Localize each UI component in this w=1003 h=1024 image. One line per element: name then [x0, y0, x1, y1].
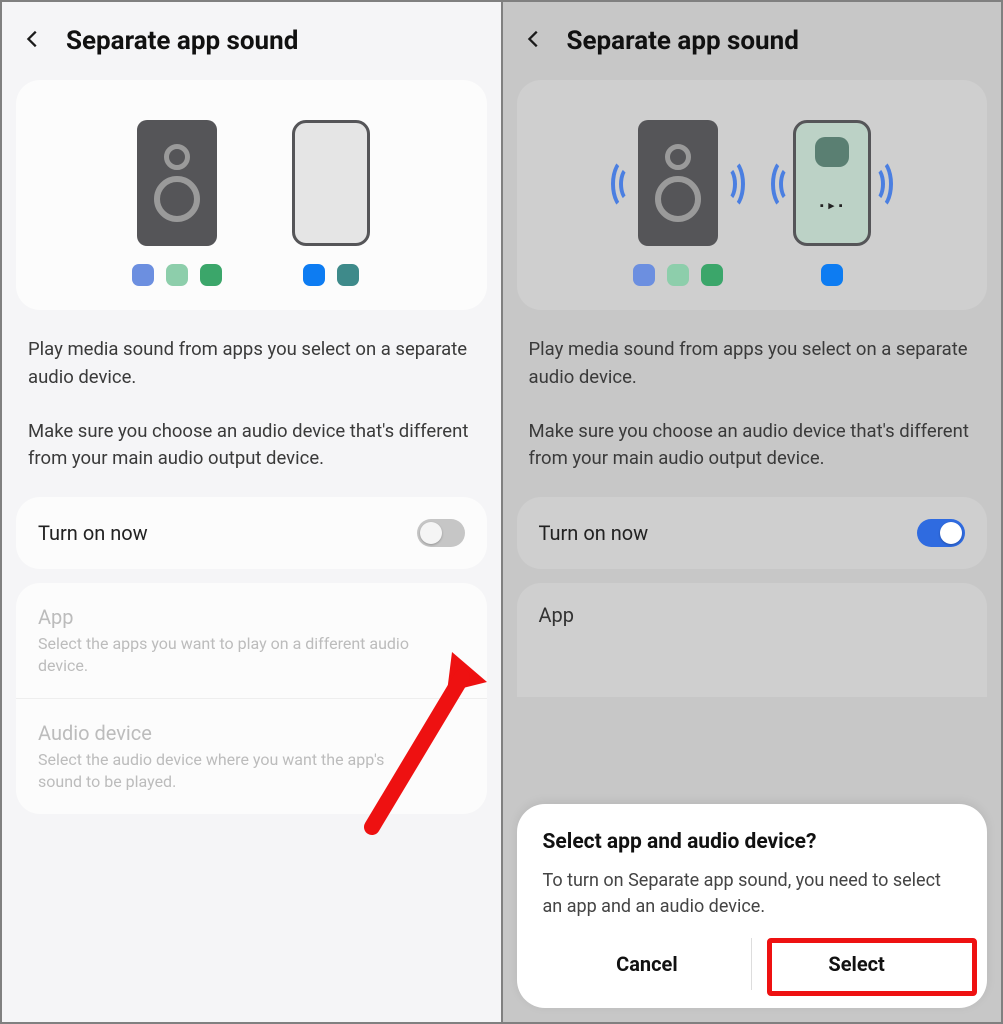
header: Separate app sound: [503, 2, 1002, 66]
back-icon[interactable]: [22, 28, 44, 54]
audio-device-subtitle: Select the audio device where you want t…: [38, 749, 418, 792]
speaker-app-dots: [633, 264, 723, 286]
select-app-dialog: Select app and audio device? To turn on …: [517, 804, 988, 1008]
back-icon[interactable]: [523, 28, 545, 54]
screen-separate-app-sound-off: Separate app sound Play media sound from…: [2, 2, 501, 1022]
turn-on-toggle[interactable]: [917, 519, 965, 547]
dialog-buttons: Cancel Select: [543, 938, 962, 990]
illustration-speaker: [633, 120, 723, 286]
description-text: Play media sound from apps you select on…: [503, 310, 1002, 483]
speaker-icon: [638, 120, 718, 246]
page-title: Separate app sound: [66, 26, 298, 56]
illustration-phone: [292, 120, 370, 286]
app-row-subtitle: Select the apps you want to play on a di…: [38, 633, 418, 676]
description-paragraph: Make sure you choose an audio device tha…: [529, 418, 976, 474]
turn-on-card: Turn on now: [16, 497, 487, 569]
illustration-phone: ▪ ▸ ▪: [793, 120, 871, 286]
dialog-body: To turn on Separate app sound, you need …: [543, 868, 962, 920]
turn-on-toggle[interactable]: [417, 519, 465, 547]
illustration-speaker: [132, 120, 222, 286]
app-row-label: App: [38, 605, 418, 629]
speaker-app-dots: [132, 264, 222, 286]
dialog-title: Select app and audio device?: [543, 830, 962, 854]
app-row: App Select the apps you want to play on …: [16, 583, 487, 698]
description-text: Play media sound from apps you select on…: [2, 310, 501, 483]
audio-device-label: Audio device: [38, 721, 418, 745]
illustration-card: [16, 80, 487, 310]
app-row[interactable]: App: [517, 583, 988, 697]
description-paragraph: Make sure you choose an audio device tha…: [28, 418, 475, 474]
screen-separate-app-sound-dialog: Separate app sound ▪ ▸ ▪: [503, 2, 1002, 1022]
phone-app-dots: [303, 264, 359, 286]
app-row-label: App: [539, 603, 575, 627]
turn-on-card: Turn on now: [517, 497, 988, 569]
phone-icon: ▪ ▸ ▪: [793, 120, 871, 246]
select-button[interactable]: Select: [752, 938, 961, 990]
turn-on-row[interactable]: Turn on now: [16, 497, 487, 569]
options-card: App Select the apps you want to play on …: [16, 583, 487, 814]
header: Separate app sound: [2, 2, 501, 66]
turn-on-label: Turn on now: [539, 521, 649, 545]
phone-app-dots: [821, 264, 843, 286]
description-paragraph: Play media sound from apps you select on…: [28, 336, 475, 392]
speaker-icon: [137, 120, 217, 246]
phone-icon: [292, 120, 370, 246]
turn-on-row[interactable]: Turn on now: [517, 497, 988, 569]
page-title: Separate app sound: [567, 26, 799, 56]
illustration-card: ▪ ▸ ▪: [517, 80, 988, 310]
media-controls-icon: ▪ ▸ ▪: [820, 199, 844, 212]
cancel-button[interactable]: Cancel: [543, 938, 752, 990]
audio-device-row: Audio device Select the audio device whe…: [16, 698, 487, 814]
description-paragraph: Play media sound from apps you select on…: [529, 336, 976, 392]
turn-on-label: Turn on now: [38, 521, 148, 545]
